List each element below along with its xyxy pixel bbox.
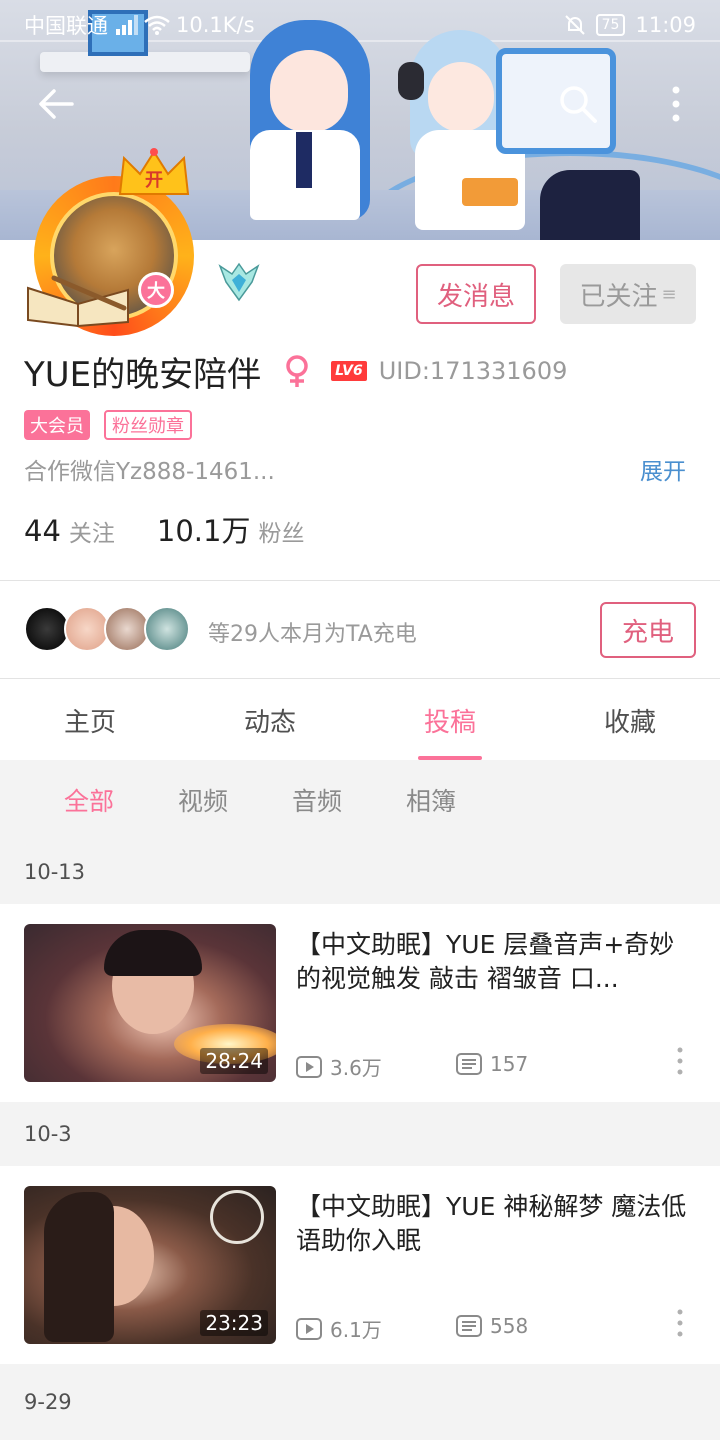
danmaku-count-icon: [456, 1053, 482, 1075]
banner-character-tie: [296, 132, 312, 188]
status-right: 75 11:09: [564, 13, 696, 37]
video-title[interactable]: 【中文助眠】YUE 神秘解梦 魔法低语助你入眠: [296, 1190, 696, 1258]
network-speed: 10.1K/s: [176, 13, 255, 37]
thumbnail-dreamcatcher: [210, 1190, 264, 1244]
play-count-icon: [296, 1055, 322, 1078]
network-indicator: 10.1K/s: [116, 13, 255, 37]
tag-big-member[interactable]: 大会员: [24, 410, 90, 440]
subtab-album[interactable]: 相簿: [406, 782, 456, 818]
status-bar: 中国联通 10.1K/s 75 11:09: [0, 0, 720, 50]
avatar-group[interactable]: 开 大: [24, 140, 204, 340]
danmaku-count-icon: [456, 1315, 482, 1337]
banner-chips-bag: [462, 178, 518, 206]
guard-emblem-icon: [218, 262, 260, 302]
comment-count-value: 558: [490, 1314, 529, 1338]
tab-submissions[interactable]: 投稿: [360, 680, 540, 760]
play-count-icon: [296, 1317, 322, 1340]
stats-row: 44 关注 10.1万 粉丝: [24, 508, 304, 550]
menu-lines-icon: ≡: [661, 283, 677, 305]
level-badge: LV6: [331, 361, 367, 381]
subtab-video[interactable]: 视频: [178, 782, 228, 818]
followed-button-label: 已关注: [579, 281, 658, 312]
video-duration: 28:24: [200, 1048, 268, 1074]
charge-text[interactable]: 等29人本月为TA充电: [208, 616, 417, 648]
vip-badge: 大: [138, 272, 174, 308]
crown-icon: 开: [118, 148, 190, 195]
tab-favorites[interactable]: 收藏: [540, 680, 720, 760]
subtab-audio[interactable]: 音频: [292, 782, 342, 818]
banner-character-face: [270, 50, 348, 132]
followers-count[interactable]: 10.1万: [157, 508, 251, 550]
charger-avatar: [144, 606, 190, 652]
signal-icon: [116, 15, 138, 35]
banner-headset: [398, 62, 424, 100]
battery-icon: 75: [595, 14, 626, 36]
user-name: YUE的晚安陪伴: [24, 354, 262, 395]
play-count: 3.6万: [296, 1052, 382, 1081]
charger-avatars[interactable]: [24, 606, 190, 652]
following-count[interactable]: 44: [24, 514, 61, 548]
wifi-icon: [144, 15, 170, 35]
video-duration: 23:23: [200, 1310, 268, 1336]
search-icon[interactable]: [556, 82, 600, 126]
carrier-label: 中国联通: [24, 14, 108, 38]
more-vertical-icon[interactable]: [664, 84, 688, 124]
followers-label[interactable]: 粉丝: [258, 514, 304, 548]
send-message-button[interactable]: 发消息: [416, 264, 536, 324]
date-header: 10-3: [0, 1102, 720, 1166]
video-card[interactable]: 28:24 【中文助眠】YUE 层叠音声+奇妙的视觉触发 敲击 褶皱音 口...…: [0, 904, 720, 1102]
play-count-value: 3.6万: [330, 1056, 382, 1080]
charge-button[interactable]: 充电: [600, 602, 696, 658]
banner-character2-face: [428, 62, 494, 132]
date-header: 10-13: [0, 840, 720, 904]
comment-count: 157: [456, 1052, 528, 1076]
bio-text: 合作微信Yz888-1461...: [24, 459, 275, 485]
banner-character2-legs: [540, 170, 640, 240]
expand-link[interactable]: 展开: [640, 452, 686, 486]
tag-list: 大会员 粉丝勋章: [24, 410, 192, 440]
video-thumbnail[interactable]: 23:23: [24, 1186, 276, 1344]
more-options-icon[interactable]: [672, 1046, 688, 1076]
followed-button[interactable]: 已关注 ≡: [560, 264, 696, 324]
subtab-all[interactable]: 全部: [64, 782, 114, 818]
date-header: 9-29: [0, 1364, 720, 1440]
uid-text[interactable]: UID:171331609: [379, 357, 568, 385]
submission-filter-tabs: 全部 视频 音频 相簿: [0, 760, 720, 840]
play-count-value: 6.1万: [330, 1318, 382, 1342]
tab-dynamics[interactable]: 动态: [180, 680, 360, 760]
comment-count-value: 157: [490, 1052, 529, 1076]
more-options-icon[interactable]: [672, 1308, 688, 1338]
play-count: 6.1万: [296, 1314, 382, 1343]
thumbnail-hair: [44, 1192, 114, 1342]
profile-tabs: 主页 动态 投稿 收藏: [0, 680, 720, 760]
following-label[interactable]: 关注: [69, 514, 115, 548]
back-arrow-icon[interactable]: [36, 84, 76, 124]
video-thumbnail[interactable]: 28:24: [24, 924, 276, 1082]
comment-count: 558: [456, 1314, 528, 1338]
name-row: YUE的晚安陪伴 LV6 UID:171331609: [24, 346, 567, 396]
tag-fan-medal[interactable]: 粉丝勋章: [104, 410, 192, 440]
section-divider: [0, 580, 720, 581]
female-gender-icon: [286, 355, 308, 387]
tab-home[interactable]: 主页: [0, 680, 180, 760]
mute-bell-icon: [564, 15, 585, 35]
thumbnail-hair: [104, 930, 202, 976]
book-quill-icon: [27, 275, 129, 328]
video-title[interactable]: 【中文助眠】YUE 层叠音声+奇妙的视觉触发 敲击 褶皱音 口...: [296, 928, 696, 996]
section-divider: [0, 678, 720, 679]
clock: 11:09: [635, 13, 696, 37]
video-card[interactable]: 23:23 【中文助眠】YUE 神秘解梦 魔法低语助你入眠 6.1万 558: [0, 1166, 720, 1364]
crown-label: 开: [145, 170, 163, 191]
